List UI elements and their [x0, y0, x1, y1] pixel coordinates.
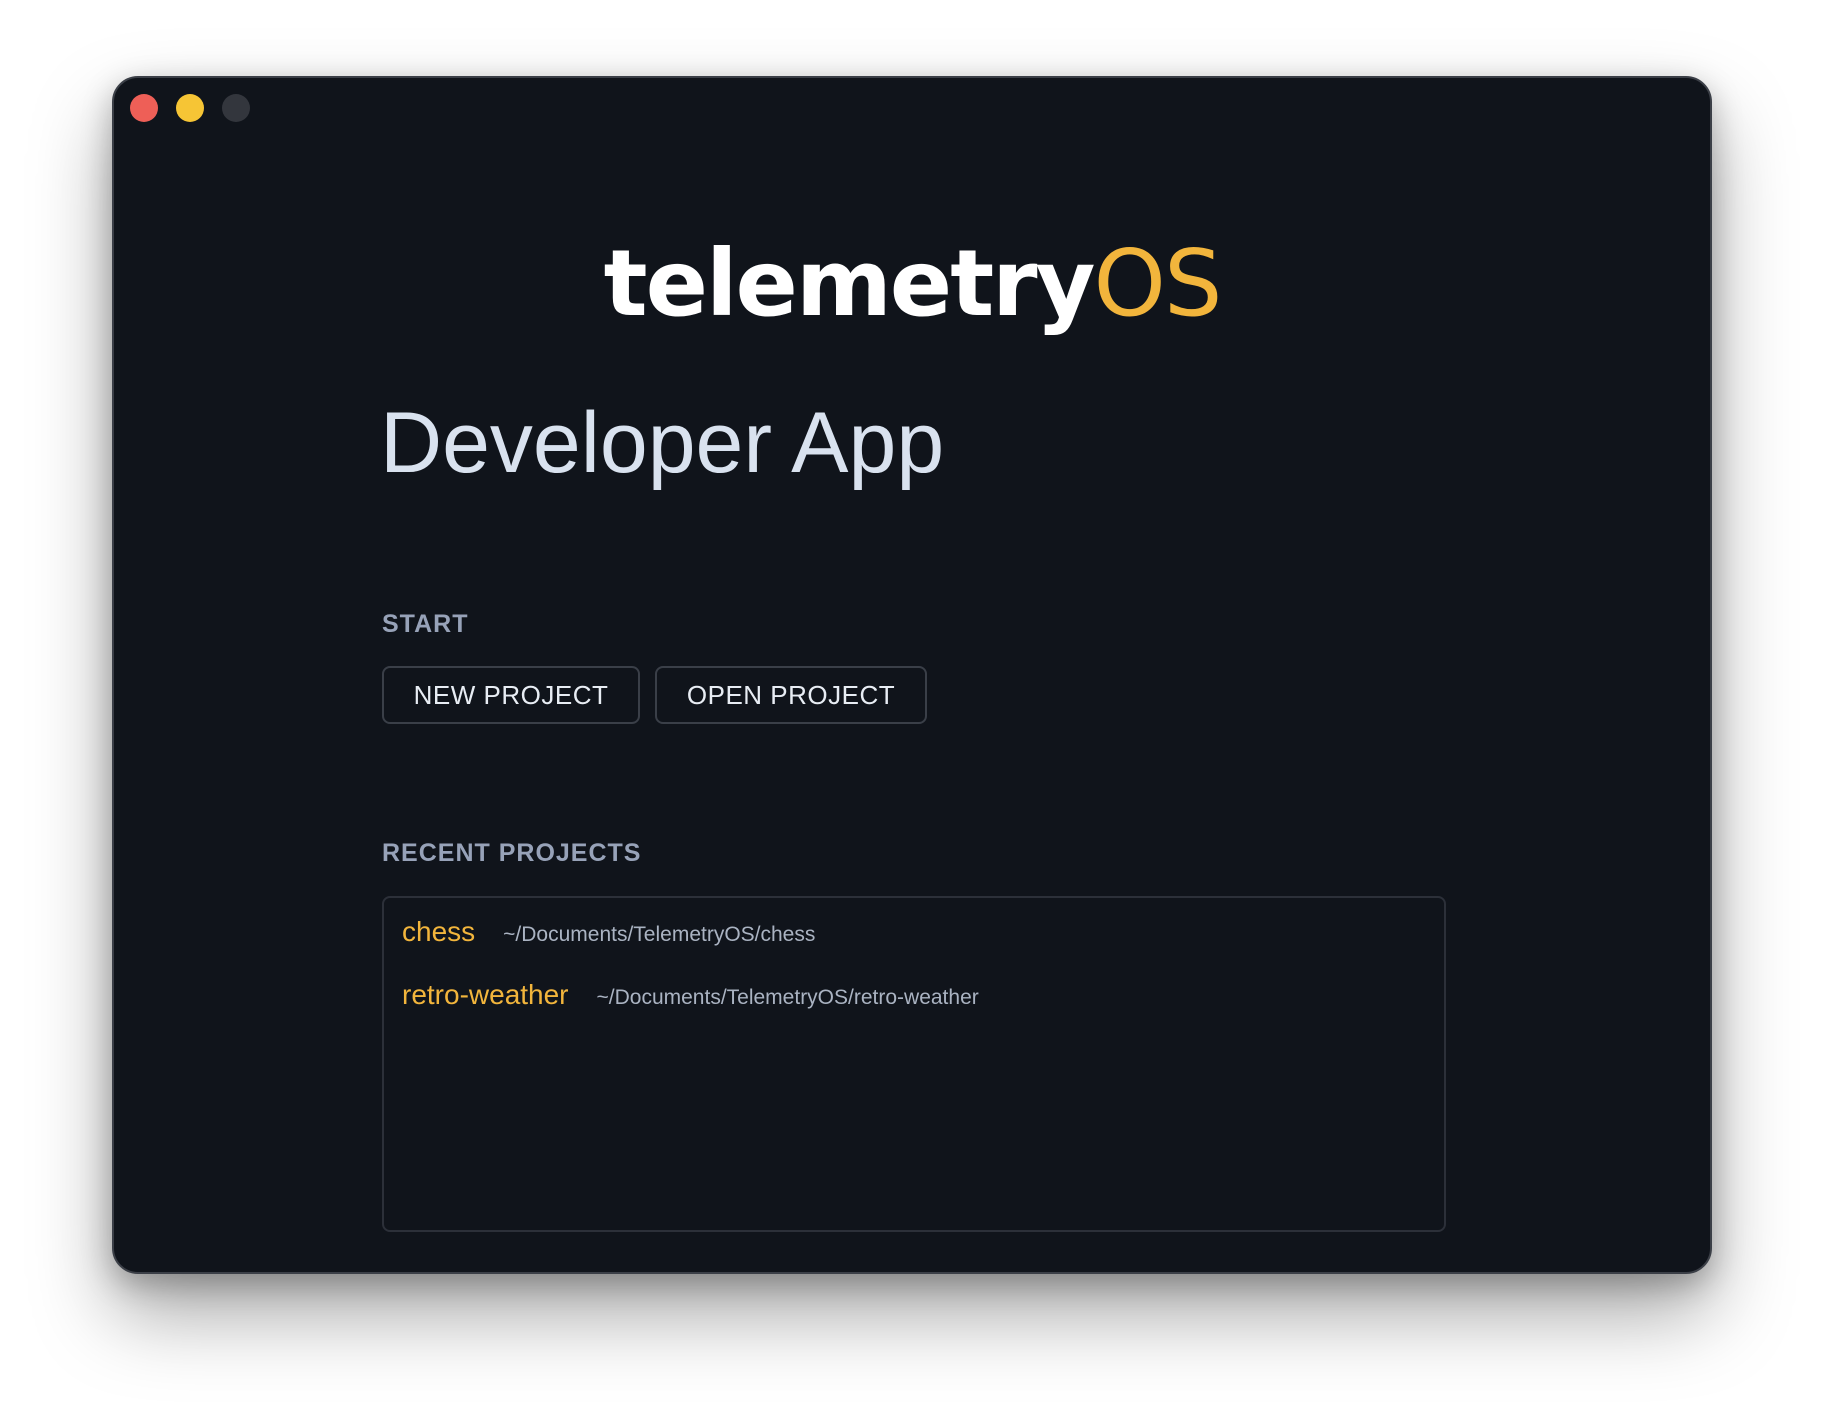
recent-projects-list: chess ~/Documents/TelemetryOS/chess retr… — [382, 896, 1446, 1232]
recent-project-item[interactable]: chess ~/Documents/TelemetryOS/chess — [402, 916, 815, 948]
new-project-button[interactable]: NEW PROJECT — [382, 666, 640, 724]
open-project-button[interactable]: OPEN PROJECT — [655, 666, 927, 724]
logo-wordmark-telemetry: telemetry — [603, 230, 1096, 337]
recent-project-path: ~/Documents/TelemetryOS/retro-weather — [596, 986, 979, 1009]
minimize-button[interactable] — [176, 94, 204, 122]
logo-wordmark-os: OS — [1093, 230, 1223, 337]
app-window: telemetryOS Developer App START NEW PROJ… — [112, 76, 1712, 1274]
window-controls — [130, 94, 250, 122]
recent-project-name[interactable]: chess — [402, 916, 475, 948]
close-button[interactable] — [130, 94, 158, 122]
recent-projects-heading: RECENT PROJECTS — [382, 839, 642, 867]
start-section-heading: START — [382, 610, 469, 638]
page-title: Developer App — [380, 395, 945, 491]
recent-project-item[interactable]: retro-weather ~/Documents/TelemetryOS/re… — [402, 979, 979, 1011]
maximize-button[interactable] — [222, 94, 250, 122]
recent-project-path: ~/Documents/TelemetryOS/chess — [503, 923, 816, 946]
telemetryos-logo: telemetryOS — [114, 238, 1710, 330]
recent-project-name[interactable]: retro-weather — [402, 979, 569, 1011]
